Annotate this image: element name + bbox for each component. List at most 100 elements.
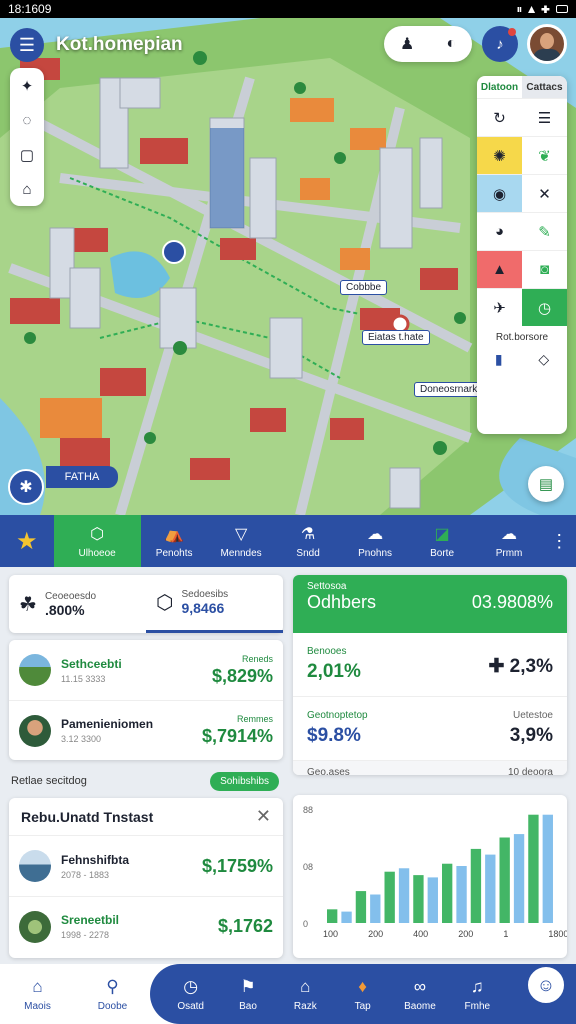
- chart-bar[interactable]: [442, 863, 453, 923]
- profile-button[interactable]: ☺: [526, 965, 566, 1005]
- menu-icon: ☰: [18, 34, 36, 55]
- tab-ulhoeoe[interactable]: ⬡ Ulhoeoe: [53, 515, 141, 567]
- avatar[interactable]: [527, 24, 567, 64]
- panel-tab-datasets[interactable]: Dlatoon: [477, 76, 522, 98]
- tab-favorites[interactable]: ★: [0, 515, 54, 567]
- chart-bar[interactable]: [542, 814, 553, 923]
- chart-icon[interactable]: ▮: [495, 351, 503, 368]
- summary-tab-1[interactable]: ⬡ Sedoesibs 9,8466: [146, 575, 283, 633]
- route-icon[interactable]: ↻: [477, 98, 522, 136]
- stats-total: 03.9808%: [471, 592, 553, 612]
- stats-card: Settosoa Odhbers 03.9808% Benooes 2,01% …: [293, 575, 567, 775]
- pin-icon: ♦: [358, 976, 367, 996]
- bell-icon: ♫: [470, 976, 484, 996]
- compass-button[interactable]: ✱: [8, 469, 44, 505]
- clock-icon[interactable]: ◷: [522, 288, 567, 326]
- nav-tap[interactable]: ♦ Tap: [334, 964, 391, 1024]
- section-action-button[interactable]: Sohibshibs: [210, 771, 279, 791]
- pin-star-icon[interactable]: ✦: [21, 77, 34, 95]
- chart-bar[interactable]: [384, 871, 395, 923]
- poi-label[interactable]: Cobbbe: [340, 280, 388, 295]
- map-title: Kot.homepian: [56, 34, 183, 55]
- chart-bar[interactable]: [513, 834, 525, 923]
- camera-icon[interactable]: ◐: [446, 35, 456, 53]
- tools-icon[interactable]: ✕: [522, 174, 567, 212]
- stat-cell: Uetestoe 3,9%: [509, 710, 553, 746]
- nav-razk[interactable]: ⌂ Razk: [277, 964, 334, 1024]
- x-tick-label: 200: [458, 929, 473, 939]
- list-item[interactable]: Pamenieniomen 3.12 3300 Remmes $,7914%: [9, 700, 283, 760]
- nav-osatd[interactable]: ◷ Osatd: [162, 964, 219, 1024]
- x-tick-label: 100: [323, 929, 338, 939]
- tent-icon: ⛺: [164, 525, 185, 543]
- shield-icon[interactable]: ◇: [538, 351, 549, 368]
- stats-footer-right: 10 deoora: [507, 767, 553, 775]
- tab-penohts[interactable]: ⛺ Penohts: [141, 515, 208, 567]
- dog-icon[interactable]: ◕: [477, 212, 522, 250]
- chart-bar[interactable]: [355, 891, 367, 923]
- x-tick-label: 1: [503, 929, 508, 939]
- list-item[interactable]: Fehnshifbta 2078 - 1883 $,1759%: [9, 836, 283, 896]
- summary-tab-0[interactable]: ☘ Ceoeoesdo .800%: [9, 575, 146, 633]
- person-icon[interactable]: ♟: [400, 34, 414, 54]
- menu-button[interactable]: ☰: [10, 28, 44, 62]
- nav-bao[interactable]: ⚑ Bao: [219, 964, 276, 1024]
- chart-bar[interactable]: [456, 866, 467, 923]
- list-item[interactable]: Sreneetbil 1998 - 2278 $,1762: [9, 896, 283, 956]
- warning-icon[interactable]: ▲: [477, 250, 522, 288]
- tab-borte[interactable]: ◪ Borte: [409, 515, 476, 567]
- user-tools: ♟ ◐: [384, 26, 472, 62]
- hexagon-icon: ⬡: [90, 525, 105, 543]
- pen-icon[interactable]: ✎: [522, 212, 567, 250]
- poi-label[interactable]: Eiatas t.hate: [362, 330, 430, 345]
- notification-button[interactable]: ♪: [482, 26, 518, 62]
- map-layer-label[interactable]: FATHA: [46, 466, 118, 488]
- tab-prmm[interactable]: ☁ Prmm: [476, 515, 543, 567]
- listing-list: Sethceebti 11.15 3333 Reneds $,829% Pame…: [9, 640, 283, 760]
- tab-menndes[interactable]: ▽ Menndes: [208, 515, 275, 567]
- nav-maois[interactable]: ⌂ Maois: [0, 964, 75, 1024]
- lasso-icon[interactable]: ◌: [23, 112, 32, 129]
- leaf-icon[interactable]: ❦: [522, 136, 567, 174]
- section-header: Retlae secitdog Sohibshibs: [9, 768, 283, 794]
- chart-bar[interactable]: [398, 868, 410, 923]
- search-icon: ⚲: [106, 976, 119, 996]
- list-icon[interactable]: ☰: [522, 98, 567, 136]
- stat-cell: Geotnoptetop $9.8%: [307, 710, 368, 746]
- chat-icon: ◪: [434, 525, 450, 543]
- tab-pnohns[interactable]: ☁ Pnohns: [342, 515, 409, 567]
- nav-baome[interactable]: ∞ Baome: [391, 964, 448, 1024]
- more-button[interactable]: ⋮: [543, 515, 576, 567]
- stats-subtitle: Settosoa: [307, 581, 347, 592]
- chart-bar[interactable]: [485, 854, 496, 923]
- close-icon[interactable]: ✕: [256, 806, 271, 827]
- square-icon[interactable]: ▢: [20, 146, 34, 164]
- chart-bar[interactable]: [528, 814, 539, 923]
- globe-icon[interactable]: ◉: [477, 174, 522, 212]
- list-item[interactable]: Sethceebti 11.15 3333 Reneds $,829%: [9, 640, 283, 700]
- panel-tab-contacts[interactable]: Cattacs: [522, 76, 567, 98]
- chart-bar[interactable]: [427, 877, 438, 923]
- layers-button[interactable]: ▤: [528, 466, 564, 502]
- nav-doobe[interactable]: ⚲ Doobe: [75, 964, 150, 1024]
- home-outline-icon[interactable]: ⌂: [22, 181, 31, 198]
- thumbnail: [19, 654, 51, 686]
- nav-fmhe[interactable]: ♫ Fmhe: [449, 964, 506, 1024]
- flask-icon: ⚗: [300, 525, 316, 543]
- camera-green-icon[interactable]: ◙: [522, 250, 567, 288]
- chart-bar[interactable]: [499, 837, 510, 924]
- chart-bar[interactable]: [470, 848, 482, 923]
- chart-bar[interactable]: [341, 911, 352, 923]
- x-tick-label: 1800: [548, 929, 567, 939]
- sun-icon[interactable]: ✺: [477, 136, 522, 174]
- chart-bar[interactable]: [413, 875, 424, 923]
- chart-bar[interactable]: [370, 894, 381, 924]
- tab-sndd[interactable]: ⚗ Sndd: [275, 515, 342, 567]
- clock-icon: ◷: [183, 976, 199, 996]
- chart-bar[interactable]: [327, 909, 338, 923]
- hiker-icon[interactable]: ✈: [477, 288, 522, 326]
- thumbnail: [19, 910, 51, 943]
- user-icon: ☺: [536, 974, 556, 995]
- thumbnail: [19, 850, 51, 882]
- status-bar: 18:1609 ⏸ ▲ ✚: [0, 0, 576, 18]
